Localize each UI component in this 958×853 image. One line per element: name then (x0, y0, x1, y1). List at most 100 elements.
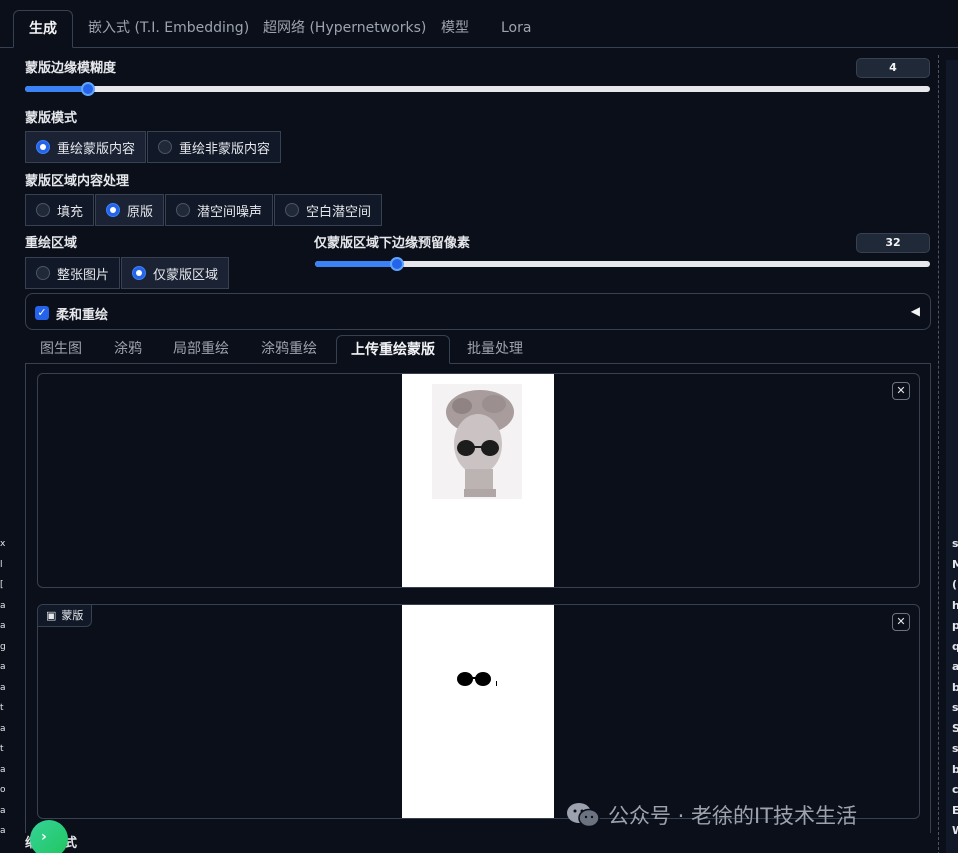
padding-slider-knob[interactable] (390, 257, 404, 271)
right-column-text: s M ( h p q a b s S s b c E W (952, 534, 958, 842)
left-char: t (0, 744, 4, 754)
padding-slider[interactable] (315, 257, 930, 271)
mask-blur-slider-fill (25, 86, 88, 92)
img2img-tab-bar: 图生图 涂鸦 局部重绘 涂鸦重绘 上传重绘蒙版 批量处理 (25, 335, 931, 364)
left-char: a (0, 723, 6, 734)
option-label: 空白潜空间 (306, 204, 372, 220)
close-icon[interactable]: ✕ (892, 613, 910, 631)
mask-blur-slider[interactable] (25, 82, 930, 96)
image-upload-box[interactable]: ✕ (37, 373, 920, 588)
option-label: 重绘非蒙版内容 (179, 141, 271, 157)
right-char: b (952, 762, 958, 776)
right-char: c (952, 783, 958, 796)
left-char: a (0, 621, 6, 631)
right-char: M (952, 557, 958, 571)
right-char: S (952, 721, 958, 735)
mask-upload-box[interactable]: ▣ 蒙版 ✕ (37, 604, 920, 819)
left-char: t (0, 703, 4, 713)
tab-lora[interactable]: Lora (486, 10, 546, 48)
right-char: a (952, 660, 958, 673)
close-icon[interactable]: ✕ (892, 382, 910, 400)
left-char: a (0, 662, 6, 672)
left-char: a (0, 764, 6, 775)
panel-divider (938, 55, 939, 853)
right-char: ( (952, 578, 958, 591)
mask-mode-option-inpaint-not-masked[interactable]: 重绘非蒙版内容 (147, 131, 282, 163)
floating-action-button[interactable]: › (30, 820, 68, 853)
tab-inpaint-upload[interactable]: 上传重绘蒙版 (336, 335, 450, 364)
soft-inpainting-accordion[interactable]: ✓ 柔和重绘 ◀ (25, 293, 931, 330)
inpaint-area-option-whole-picture[interactable]: 整张图片 (25, 257, 121, 289)
arrow-icon: › (41, 829, 47, 845)
right-char: p (952, 619, 958, 632)
option-label: 仅蒙版区域 (153, 267, 219, 283)
soft-inpainting-checkbox[interactable]: ✓ (35, 306, 49, 320)
top-tab-bar: 生成 嵌入式 (T.I. Embedding) 超网络 (Hypernetwor… (0, 0, 958, 48)
watermark: 公众号 · 老徐的IT技术生活 (566, 800, 857, 830)
right-char: W (952, 821, 958, 842)
left-char: a (0, 805, 6, 816)
inpaint-area-option-only-masked[interactable]: 仅蒙版区域 (121, 257, 230, 289)
left-char: x (0, 539, 6, 549)
option-label: 原版 (127, 204, 154, 220)
radio-icon (36, 203, 50, 217)
tab-model[interactable]: 模型 (426, 10, 484, 48)
mask-canvas (402, 605, 554, 818)
mask-blur-value[interactable]: 4 (856, 58, 930, 78)
tab-inpaint[interactable]: 局部重绘 (159, 335, 243, 364)
watermark-text: 公众号 · 老徐的IT技术生活 (608, 804, 858, 828)
right-char: b (952, 680, 958, 694)
left-char: o (0, 785, 6, 795)
tab-batch[interactable]: 批量处理 (453, 335, 537, 364)
masked-content-label: 蒙版区域内容处理 (25, 174, 130, 189)
tab-inpaint-sketch[interactable]: 涂鸦重绘 (247, 335, 331, 364)
right-char: s (952, 742, 958, 755)
mask-blur-slider-knob[interactable] (81, 82, 95, 96)
masked-content-option-latent-nothing[interactable]: 空白潜空间 (274, 194, 383, 226)
inpaint-area-label: 重绘区域 (25, 236, 78, 251)
mask-label: ▣ 蒙版 (38, 605, 93, 627)
option-label: 潜空间噪声 (197, 204, 263, 220)
inpaint-area-group: 整张图片 仅蒙版区域 (25, 257, 230, 289)
option-label: 重绘蒙版内容 (57, 141, 136, 157)
radio-selected-icon (36, 140, 50, 154)
right-char: s (952, 701, 958, 714)
radio-selected-icon (132, 266, 147, 280)
tab-generate[interactable]: 生成 (13, 10, 73, 48)
padding-value[interactable]: 32 (856, 233, 930, 253)
radio-icon (158, 140, 173, 154)
radio-icon (285, 203, 300, 217)
masked-content-option-fill[interactable]: 填充 (25, 194, 95, 226)
tab-embedding[interactable]: 嵌入式 (T.I. Embedding) (73, 10, 264, 48)
mask-mode-option-inpaint-masked[interactable]: 重绘蒙版内容 (25, 131, 147, 163)
right-char: E (952, 803, 958, 817)
mask-blur-label: 蒙版边缘模糊度 (25, 61, 117, 76)
left-char: a (0, 600, 6, 611)
mask-mode-label: 蒙版模式 (25, 111, 78, 126)
triangle-left-icon[interactable]: ◀ (911, 304, 920, 318)
radio-selected-icon (106, 203, 121, 217)
mask-image (457, 672, 497, 686)
left-char: [ (0, 580, 4, 590)
tab-img2img[interactable]: 图生图 (26, 335, 96, 364)
tab-hypernetworks[interactable]: 超网络 (Hypernetworks) (248, 10, 441, 48)
right-char: h (952, 598, 958, 612)
left-char: l (0, 559, 3, 570)
soft-inpainting-label: 柔和重绘 (56, 308, 109, 323)
padding-slider-fill (315, 261, 397, 267)
masked-content-option-original[interactable]: 原版 (95, 194, 165, 226)
masked-content-option-latent-noise[interactable]: 潜空间噪声 (165, 194, 274, 226)
radio-icon (176, 203, 191, 217)
statue-image (432, 384, 522, 499)
mask-label-text: 蒙版 (61, 609, 84, 622)
masked-content-group: 填充 原版 潜空间噪声 空白潜空间 (25, 194, 383, 226)
image-canvas (402, 374, 554, 587)
left-char: a (0, 682, 6, 693)
tab-sketch[interactable]: 涂鸦 (100, 335, 156, 364)
padding-label: 仅蒙版区域下边缘预留像素 (314, 236, 471, 251)
right-char: s (952, 537, 958, 550)
wechat-icon (567, 803, 600, 828)
left-char: a (0, 826, 6, 836)
option-label: 整张图片 (57, 267, 110, 283)
image-icon: ▣ (46, 609, 57, 622)
